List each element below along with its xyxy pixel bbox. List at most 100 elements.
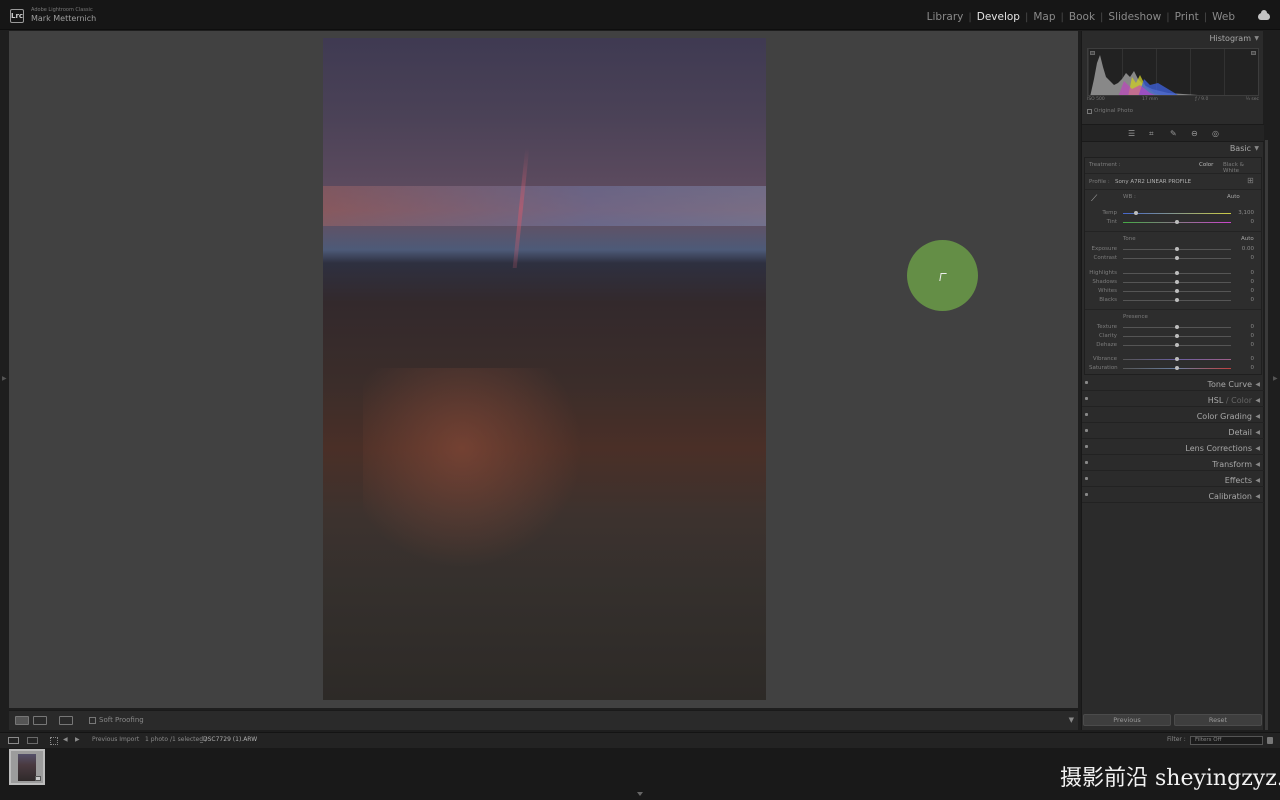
saturation-slider[interactable] — [1123, 366, 1231, 370]
clarity-slider-knob[interactable] — [1175, 334, 1179, 338]
compare-view-button[interactable] — [33, 716, 47, 725]
profile-dropdown[interactable]: Sony A7R2 LINEAR PROFILE — [1115, 179, 1191, 185]
texture-slider[interactable] — [1123, 325, 1231, 329]
right-panel-toggle-icon[interactable]: ▶ — [1273, 375, 1278, 382]
lens-corrections-panel-header[interactable]: Lens Corrections ◀ — [1082, 440, 1264, 455]
reset-button[interactable]: Reset — [1174, 714, 1262, 726]
histogram-title[interactable]: Histogram — [1210, 34, 1252, 43]
vibrance-value[interactable]: 0 — [1251, 356, 1255, 362]
detail-panel-header[interactable]: Detail ◀ — [1082, 424, 1264, 439]
shadows-value[interactable]: 0 — [1251, 279, 1255, 285]
texture-value[interactable]: 0 — [1251, 324, 1255, 330]
basic-panel-title[interactable]: Basic — [1230, 144, 1251, 153]
panel-switch-icon[interactable] — [1085, 381, 1088, 384]
module-library[interactable]: Library — [922, 11, 969, 23]
panel-switch-icon[interactable] — [1085, 397, 1088, 400]
toolbar-menu-icon[interactable]: ▼ — [1069, 716, 1074, 724]
grid-view-icon[interactable] — [50, 737, 58, 745]
panel-switch-icon[interactable] — [1085, 477, 1088, 480]
highlights-slider[interactable] — [1123, 271, 1231, 275]
module-slideshow[interactable]: Slideshow — [1103, 11, 1166, 23]
basic-collapse-icon[interactable]: ▼ — [1254, 145, 1259, 152]
photo-canvas[interactable] — [9, 31, 1078, 708]
blacks-slider-knob[interactable] — [1175, 298, 1179, 302]
filter-dropdown[interactable]: Filters Off — [1190, 736, 1263, 745]
exposure-slider-knob[interactable] — [1175, 247, 1179, 251]
white-balance-picker-icon[interactable]: ⟋ — [1091, 194, 1097, 204]
vibrance-slider[interactable] — [1123, 357, 1231, 361]
effects-panel-header[interactable]: Effects ◀ — [1082, 472, 1264, 487]
exposure-value[interactable]: 0.00 — [1242, 246, 1254, 252]
histogram-graph[interactable] — [1087, 48, 1259, 96]
crop-icon[interactable]: ⌗ — [1149, 130, 1157, 138]
dehaze-slider-knob[interactable] — [1175, 343, 1179, 347]
histogram-collapse-icon[interactable]: ▼ — [1254, 35, 1259, 42]
tone-auto-button[interactable]: Auto — [1241, 236, 1254, 242]
saturation-slider-knob[interactable] — [1175, 366, 1179, 370]
contrast-value[interactable]: 0 — [1251, 255, 1255, 261]
edit-sliders-icon[interactable]: ☰ — [1128, 130, 1136, 138]
tint-value[interactable]: 0 — [1251, 219, 1255, 225]
saturation-value[interactable]: 0 — [1251, 365, 1255, 371]
vibrance-slider-knob[interactable] — [1175, 357, 1179, 361]
original-photo-checkbox[interactable] — [1087, 109, 1092, 114]
clarity-slider[interactable] — [1123, 334, 1231, 338]
tint-slider[interactable] — [1123, 220, 1231, 224]
dehaze-value[interactable]: 0 — [1251, 342, 1255, 348]
highlights-value[interactable]: 0 — [1251, 270, 1255, 276]
whites-slider[interactable] — [1123, 289, 1231, 293]
tone-curve-panel-header[interactable]: Tone Curve ◀ — [1082, 376, 1264, 391]
texture-slider-knob[interactable] — [1175, 325, 1179, 329]
whites-value[interactable]: 0 — [1251, 288, 1255, 294]
highlights-slider-knob[interactable] — [1175, 271, 1179, 275]
filmstrip-toggle-icon[interactable] — [637, 792, 643, 796]
previous-button[interactable]: Previous — [1083, 714, 1171, 726]
temp-slider[interactable] — [1123, 211, 1231, 215]
shadows-slider[interactable] — [1123, 280, 1231, 284]
wb-dropdown[interactable]: Auto — [1227, 194, 1240, 200]
red-eye-icon[interactable]: ⊖ — [1191, 130, 1199, 138]
module-book[interactable]: Book — [1064, 11, 1100, 23]
treatment-color-option[interactable]: Color — [1199, 162, 1213, 168]
exposure-slider[interactable] — [1123, 247, 1231, 251]
color-grading-panel-header[interactable]: Color Grading ◀ — [1082, 408, 1264, 423]
contrast-slider[interactable] — [1123, 256, 1231, 260]
left-panel-toggle-icon[interactable]: ▶ — [2, 375, 7, 382]
forward-arrow-icon[interactable]: ▶ — [75, 736, 80, 743]
right-panel-scrollbar[interactable] — [1265, 140, 1268, 730]
filmstrip-source[interactable]: Previous Import — [92, 736, 139, 743]
module-map[interactable]: Map — [1028, 11, 1060, 23]
main-window-icon[interactable] — [8, 737, 19, 744]
lock-icon[interactable] — [1267, 737, 1273, 744]
secondary-window-icon[interactable] — [27, 737, 38, 744]
before-after-view-button[interactable] — [59, 716, 73, 725]
contrast-slider-knob[interactable] — [1175, 256, 1179, 260]
photo-preview[interactable] — [323, 38, 766, 700]
color-tab[interactable]: Color — [1231, 396, 1252, 405]
dehaze-slider[interactable] — [1123, 343, 1231, 347]
masking-icon[interactable]: ◎ — [1212, 130, 1220, 138]
temp-slider-knob[interactable] — [1133, 211, 1138, 215]
tint-slider-knob[interactable] — [1175, 220, 1179, 224]
panel-switch-icon[interactable] — [1085, 461, 1088, 464]
filename-dropdown[interactable]: _DSC7729 (1).ARW — [200, 736, 257, 743]
module-print[interactable]: Print — [1170, 11, 1204, 23]
blacks-value[interactable]: 0 — [1251, 297, 1255, 303]
cloud-icon[interactable] — [1258, 10, 1270, 20]
module-develop[interactable]: Develop — [972, 11, 1025, 23]
transform-panel-header[interactable]: Transform ◀ — [1082, 456, 1264, 471]
loupe-view-button[interactable] — [15, 716, 29, 725]
calibration-panel-header[interactable]: Calibration ◀ — [1082, 488, 1264, 503]
whites-slider-knob[interactable] — [1175, 289, 1179, 293]
panel-switch-icon[interactable] — [1085, 429, 1088, 432]
healing-brush-icon[interactable]: ✎ — [1170, 130, 1178, 138]
shadows-slider-knob[interactable] — [1175, 280, 1179, 284]
hsl-color-panel-header[interactable]: HSL / Color ◀ — [1082, 392, 1264, 407]
panel-switch-icon[interactable] — [1085, 445, 1088, 448]
blacks-slider[interactable] — [1123, 298, 1231, 302]
clarity-value[interactable]: 0 — [1251, 333, 1255, 339]
panel-switch-icon[interactable] — [1085, 413, 1088, 416]
temp-value[interactable]: 3,100 — [1238, 210, 1254, 216]
soft-proofing-checkbox[interactable] — [89, 717, 96, 724]
profile-browser-icon[interactable]: ⊞ — [1247, 176, 1254, 185]
